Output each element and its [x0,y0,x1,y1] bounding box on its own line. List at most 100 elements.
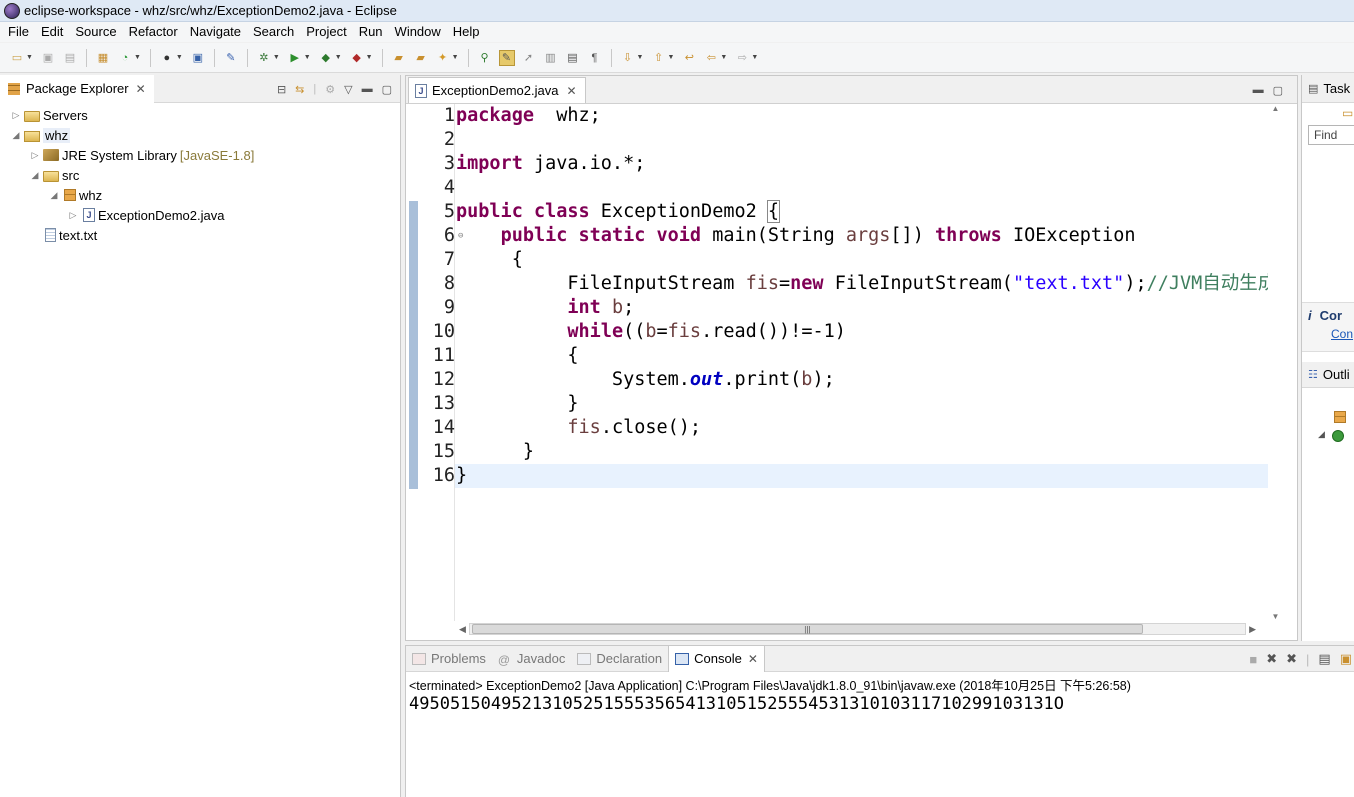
next-annotation-down-icon[interactable]: ⇩ [620,50,636,66]
wizard-dropdown[interactable]: ▼ [452,54,459,61]
search-icon[interactable]: ⚲ [477,50,493,66]
last-edit-location-icon[interactable]: ↩ [681,50,697,66]
link-with-editor-icon[interactable]: ⇆ [295,83,304,96]
code-line[interactable]: fis.close(); [456,416,701,440]
new-task-icon[interactable]: ▭ [1302,103,1354,125]
menu-navigate[interactable]: Navigate [184,22,247,42]
tree-item-whz-package[interactable]: ◢ whz [0,185,400,205]
paragraph-icon[interactable]: ¶ [587,50,603,66]
code-line[interactable]: import java.io.*; [456,152,645,176]
remove-all-terminated-icon[interactable]: ✖ [1286,651,1297,667]
tab-problems[interactable]: Problems [406,646,492,672]
scrollbar-track[interactable]: ||| [468,623,1247,635]
code-line[interactable]: } [456,464,467,488]
horizontal-scrollbar[interactable]: ◀ ||| ▶ [456,621,1259,637]
menu-refactor[interactable]: Refactor [123,22,184,42]
maximize-icon[interactable]: ▢ [382,83,392,96]
scroll-left-icon[interactable]: ◀ [456,624,469,635]
tab-javadoc[interactable]: @ Javadoc [492,646,571,672]
refresh-icon[interactable]: ◔ [117,50,133,66]
console-output[interactable]: 4950515049521310525155535654131051525554… [406,692,1354,716]
menu-file[interactable]: File [2,22,35,42]
find-input[interactable]: Find [1308,125,1354,145]
tree-item-src[interactable]: ◢ src [0,165,400,185]
code-line[interactable]: System.out.print(b); [456,368,835,392]
menu-help[interactable]: Help [447,22,486,42]
person-dropdown[interactable]: ▼ [176,54,183,61]
back-dropdown[interactable]: ▼ [720,54,727,61]
code-line[interactable]: { [456,248,523,272]
tab-declaration[interactable]: Declaration [571,646,668,672]
tree-item-exceptiondemo2[interactable]: ▷ J ExceptionDemo2.java [0,205,400,225]
save-all-icon[interactable]: ▤ [62,50,78,66]
tree-item-servers[interactable]: ▷ Servers [0,105,400,125]
scroll-down-icon[interactable]: ▼ [1268,612,1283,621]
code-line[interactable]: package whz; [456,104,601,128]
code-line[interactable]: } [456,440,534,464]
outline-tab[interactable]: ☷ Outli [1302,362,1354,388]
view-menu-icon[interactable]: ▽ [344,83,352,96]
scroll-lock-icon[interactable]: ▣ [1340,651,1352,667]
code-line[interactable]: { [456,344,578,368]
expand-icon[interactable]: ▷ [29,150,41,161]
collapse-all-icon[interactable]: ⊟ [277,83,286,96]
scroll-right-icon[interactable]: ▶ [1246,624,1259,635]
tree-item-text-txt[interactable]: text.txt [0,225,400,245]
new-java-project-icon[interactable]: ▰ [391,50,407,66]
menu-run[interactable]: Run [353,22,389,42]
outline-collapse-icon[interactable]: ◢ [1318,429,1325,440]
prev-annotation-up-icon[interactable]: ⇧ [650,50,666,66]
new-wizard-icon[interactable]: ✦ [435,50,451,66]
connect-link[interactable]: Con [1302,323,1354,341]
close-icon[interactable]: ✕ [136,82,146,96]
menu-edit[interactable]: Edit [35,22,69,42]
new-dropdown[interactable]: ▼ [26,54,33,61]
next-annotation-icon[interactable]: ➚ [521,50,537,66]
package-explorer-tab[interactable]: Package Explorer ✕ [0,74,154,103]
terminal-icon[interactable]: ▣ [190,50,206,66]
tree-item-jre-library[interactable]: ▷ JRE System Library [JavaSE-1.8] [0,145,400,165]
person-icon[interactable]: ● [159,50,175,66]
skip-breakpoints-icon[interactable]: ✎ [223,50,239,66]
collapse-icon[interactable]: ◢ [48,190,60,201]
minimize-icon[interactable]: ▬ [362,83,373,95]
back-icon[interactable]: ⇦ [703,50,719,66]
outline-package-icon[interactable] [1334,411,1346,423]
maximize-icon[interactable]: ▢ [1273,84,1283,97]
refresh-dropdown[interactable]: ▼ [134,54,141,61]
expand-icon[interactable]: ▷ [67,210,79,221]
vertical-scrollbar[interactable]: ▲ ▼ [1268,104,1283,621]
next-annotation-dropdown[interactable]: ▼ [637,54,644,61]
code-line[interactable]: } [456,392,578,416]
menu-source[interactable]: Source [69,22,122,42]
minimize-icon[interactable]: ▬ [1253,84,1264,96]
code-line[interactable]: public class ExceptionDemo2 { [456,200,781,224]
editor-tab-exceptiondemo2[interactable]: J ExceptionDemo2.java ✕ [408,77,586,103]
new-icon[interactable]: ▭ [9,50,25,66]
debug-dropdown[interactable]: ▼ [273,54,280,61]
menu-project[interactable]: Project [300,22,352,42]
show-whitespace-icon[interactable]: ▤ [565,50,581,66]
scroll-up-icon[interactable]: ▲ [1268,104,1283,113]
open-type-icon[interactable]: ▦ [95,50,111,66]
menu-search[interactable]: Search [247,22,300,42]
code-area[interactable]: 1 2 3 4 5 6 7 8 9 10 11 12 13 14 15 16 ⊖… [406,104,1274,621]
code-line[interactable]: while((b=fis.read())!=-1) [456,320,845,344]
code-line[interactable]: FileInputStream fis=new FileInputStream(… [456,272,1274,296]
collapse-icon[interactable]: ◢ [29,170,41,181]
coverage-icon[interactable]: ◆ [318,50,334,66]
close-icon[interactable]: ✕ [748,652,758,666]
external-tools-icon[interactable]: ◆ [349,50,365,66]
forward-dropdown[interactable]: ▼ [751,54,758,61]
tree-item-whz-project[interactable]: ◢ whz [0,125,400,145]
menu-window[interactable]: Window [389,22,447,42]
tab-console[interactable]: Console ✕ [668,645,765,672]
code-line[interactable]: public static void main(String args[]) t… [456,224,1136,248]
remove-launch-icon[interactable]: ✖ [1266,651,1277,667]
close-icon[interactable]: ✕ [566,84,576,98]
task-list-tab[interactable]: ▤ Task [1302,75,1354,103]
outline-class-icon[interactable] [1332,430,1344,442]
run-icon[interactable]: ▶ [287,50,303,66]
run-dropdown[interactable]: ▼ [304,54,311,61]
toggle-mark-occurrences-icon[interactable]: ✎ [498,49,515,66]
